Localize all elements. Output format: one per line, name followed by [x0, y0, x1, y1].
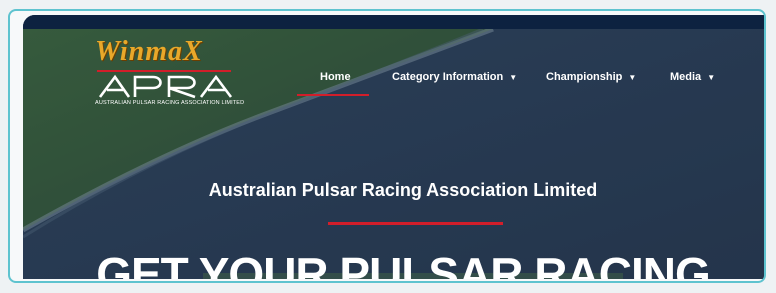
hero-divider	[328, 222, 503, 225]
chevron-down-icon: ▼	[707, 73, 716, 82]
active-nav-indicator	[297, 94, 369, 96]
chevron-down-icon: ▼	[509, 73, 518, 82]
top-bar	[23, 15, 764, 29]
nav-championship[interactable]: Championship ▼	[546, 71, 636, 83]
nav-home-label: Home	[320, 71, 351, 83]
nav-category-information[interactable]: Category Information ▼	[392, 71, 517, 83]
hero-headline: GET YOUR PULSAR RACING	[96, 248, 711, 279]
org-fullname: AUSTRALIAN PULSAR RACING ASSOCIATION LIM…	[95, 100, 245, 106]
hero-banner: WinmaX AUSTRALIAN PULSAR RACING ASSOCIAT…	[23, 15, 764, 279]
nav-home[interactable]: Home	[320, 71, 351, 83]
nav-championship-label: Championship	[546, 71, 623, 83]
hero-subtitle: Australian Pulsar Racing Association Lim…	[208, 180, 598, 200]
main-nav: Home Category Information ▼ Championship ▼…	[23, 71, 764, 91]
nav-media[interactable]: Media ▼	[670, 71, 715, 83]
nav-category-label: Category Information	[392, 71, 504, 83]
browser-frame: WinmaX AUSTRALIAN PULSAR RACING ASSOCIAT…	[8, 9, 766, 283]
winmax-wordmark: WinmaX	[95, 36, 203, 67]
nav-media-label: Media	[670, 71, 702, 83]
chevron-down-icon: ▼	[628, 73, 637, 82]
